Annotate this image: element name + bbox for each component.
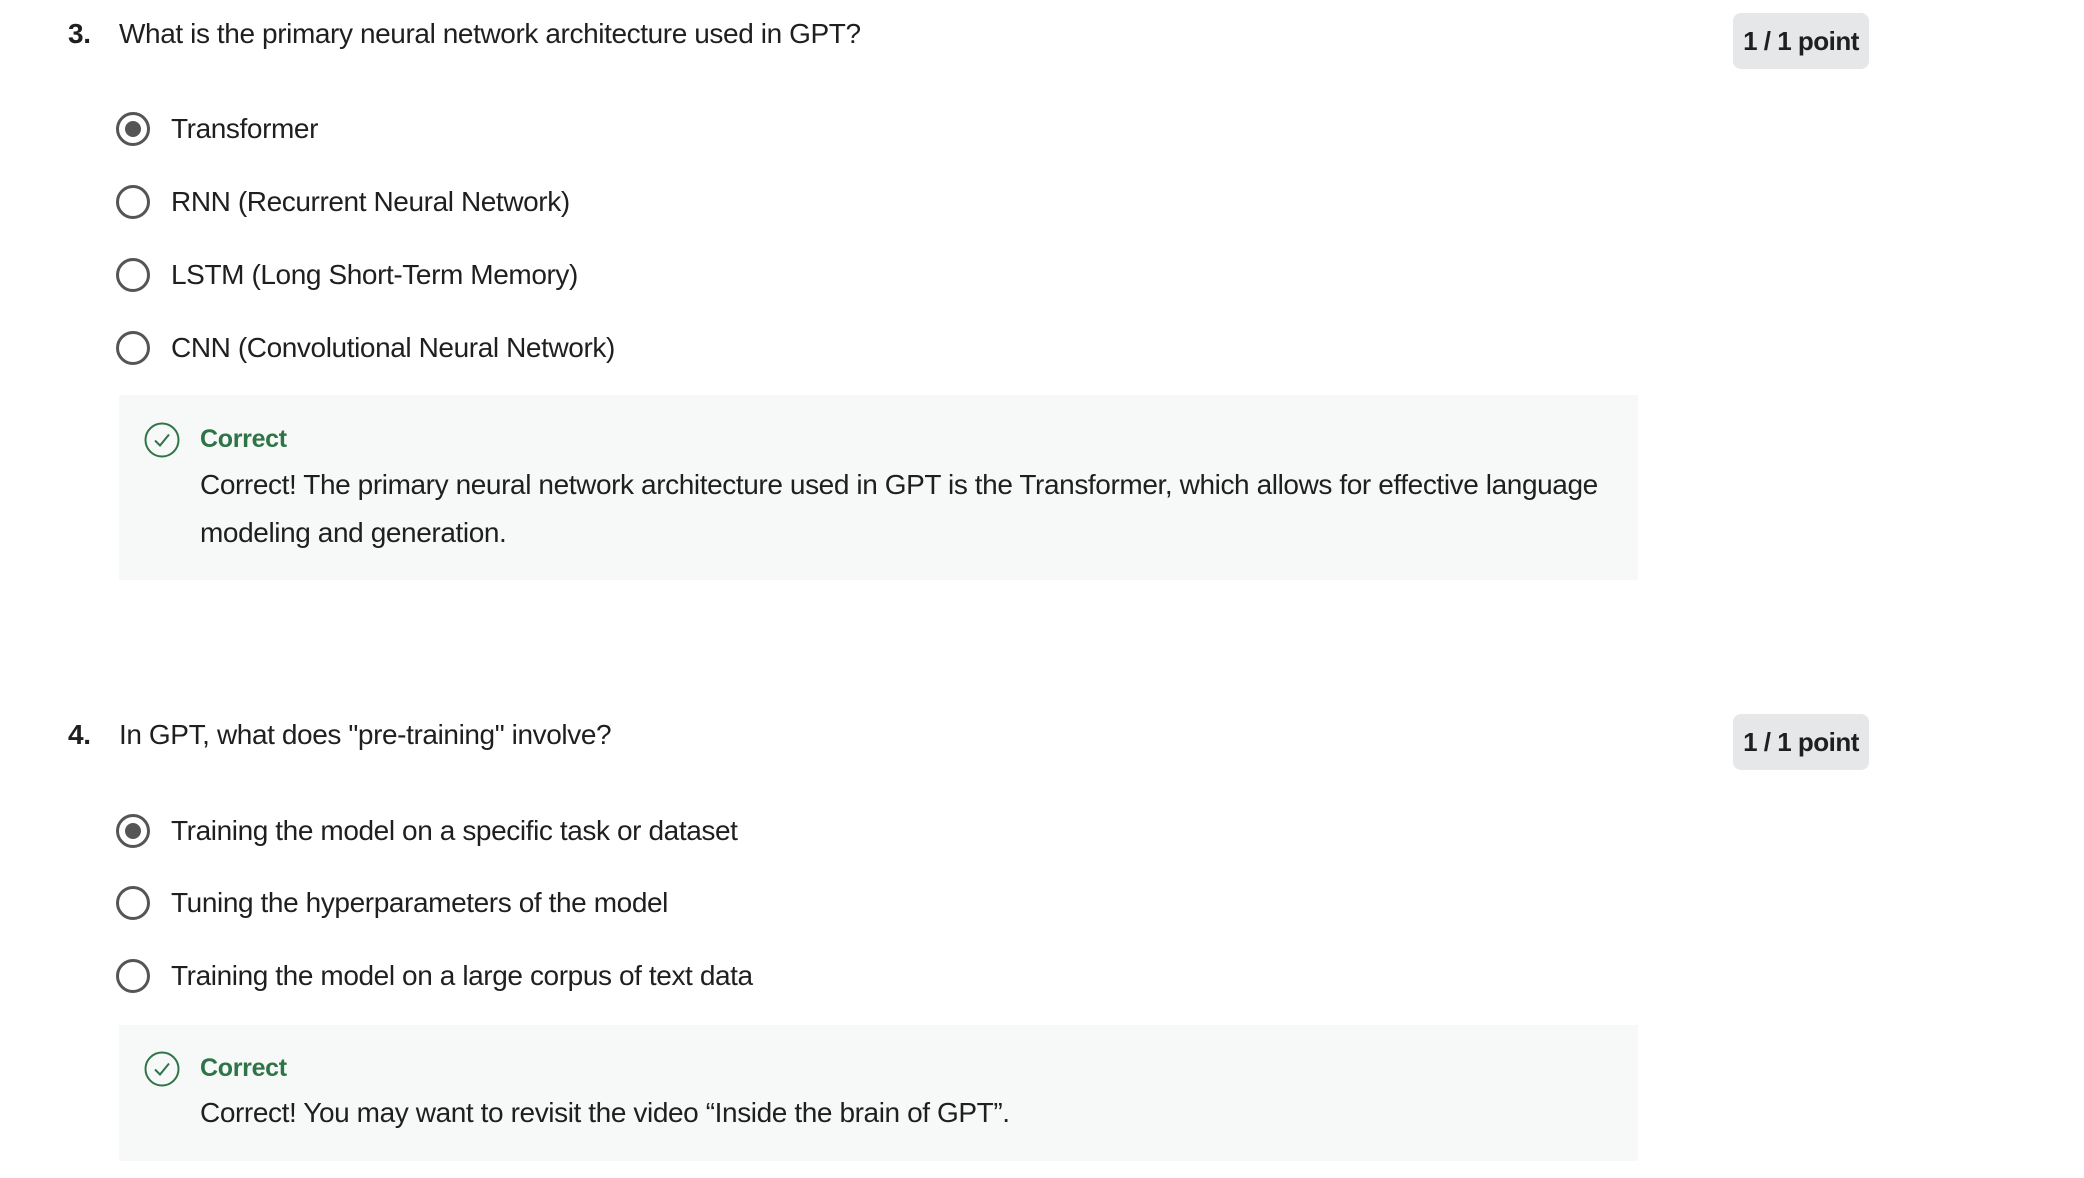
question-text: In GPT, what does "pre-training" involve… — [119, 719, 612, 750]
feedback-box: Correct Correct! The primary neural netw… — [119, 395, 1638, 580]
option-label: RNN (Recurrent Neural Network) — [171, 186, 570, 217]
option-hyperparameters[interactable]: Tuning the hyperparameters of the model — [116, 881, 668, 925]
radio-selected[interactable] — [116, 112, 150, 146]
feedback-body: Correct! The primary neural network arch… — [200, 469, 1598, 548]
check-circle-icon — [144, 422, 180, 458]
option-specific-task[interactable]: Training the model on a specific task or… — [116, 809, 738, 853]
score-badge: 1 / 1 point — [1733, 714, 1869, 770]
score-badge: 1 / 1 point — [1733, 13, 1869, 69]
feedback-box: Correct Correct! You may want to revisit… — [119, 1025, 1638, 1161]
option-cnn[interactable]: CNN (Convolutional Neural Network) — [116, 326, 615, 370]
radio[interactable] — [116, 886, 150, 920]
question-4: 4. In GPT, what does "pre-training" invo… — [0, 701, 2084, 1178]
feedback-title: Correct — [200, 1054, 287, 1082]
option-rnn[interactable]: RNN (Recurrent Neural Network) — [116, 180, 570, 224]
option-label: Transformer — [171, 113, 319, 144]
radio[interactable] — [116, 331, 150, 365]
question-number: 3. — [68, 18, 91, 49]
radio[interactable] — [116, 185, 150, 219]
question-number: 4. — [68, 719, 91, 750]
option-lstm[interactable]: LSTM (Long Short-Term Memory) — [116, 253, 578, 297]
feedback-body: Correct! You may want to revisit the vid… — [200, 1097, 1010, 1128]
option-large-corpus[interactable]: Training the model on a large corpus of … — [116, 954, 753, 998]
option-label: Training the model on a large corpus of … — [171, 960, 753, 991]
option-label: CNN (Convolutional Neural Network) — [171, 332, 615, 363]
radio-selected[interactable] — [116, 814, 150, 848]
option-label: LSTM (Long Short-Term Memory) — [171, 259, 578, 290]
option-label: Tuning the hyperparameters of the model — [171, 887, 668, 918]
radio[interactable] — [116, 258, 150, 292]
question-text: What is the primary neural network archi… — [119, 18, 861, 49]
option-transformer[interactable]: Transformer — [116, 107, 318, 151]
feedback-title: Correct — [200, 425, 287, 453]
option-label: Training the model on a specific task or… — [171, 815, 738, 846]
radio[interactable] — [116, 959, 150, 993]
check-circle-icon — [144, 1051, 180, 1087]
question-3: 3. What is the primary neural network ar… — [0, 0, 2084, 600]
